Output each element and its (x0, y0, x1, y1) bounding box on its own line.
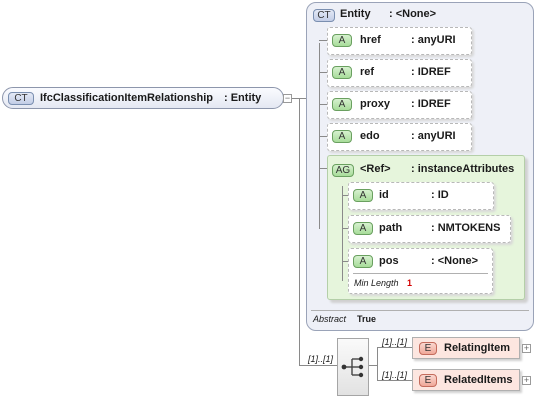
element-relating-item[interactable]: E RelatingItem (412, 337, 520, 359)
attribute-type: : anyURI (411, 130, 456, 142)
connector (377, 380, 412, 381)
collapse-toggle[interactable]: − (283, 94, 292, 103)
connector (319, 40, 327, 41)
attribute-badge: A (353, 255, 373, 268)
connector (342, 195, 348, 196)
attribute-name: href (360, 34, 381, 46)
attribute-type: : anyURI (411, 34, 456, 46)
attribute-badge: A (332, 66, 352, 79)
abstract-divider (311, 310, 529, 311)
attribute-badge: A (353, 222, 373, 235)
complex-type-badge: CT (8, 92, 34, 105)
attribute-type: : ID (431, 189, 449, 201)
attribute-name: edo (360, 130, 380, 142)
element-related-items[interactable]: E RelatedItems (412, 369, 520, 391)
attribute-type: : NMTOKENS (431, 222, 501, 234)
entity-type: : <None> (389, 8, 437, 20)
group-type: : instanceAttributes (411, 163, 515, 175)
attribute-edo[interactable]: A edo : anyURI (327, 123, 472, 151)
connector (319, 168, 327, 169)
sequence-multiplicity: [1]..[1] (308, 354, 334, 364)
attribute-badge: A (353, 189, 373, 202)
element-multiplicity: [1]..[1] (382, 370, 408, 380)
attribute-proxy[interactable]: A proxy : IDREF (327, 91, 472, 119)
connector (377, 347, 412, 348)
group-name: <Ref> (360, 163, 391, 175)
root-node[interactable]: CT IfcClassificationItemRelationship : E… (2, 87, 284, 109)
attribute-name: path (379, 222, 403, 234)
facet-divider (353, 273, 488, 274)
facet-label: Min Length (354, 278, 399, 288)
attribute-badge: A (332, 34, 352, 47)
entity-name: Entity (340, 8, 371, 20)
expand-toggle[interactable]: + (522, 344, 531, 353)
element-multiplicity: [1]..[1] (382, 337, 408, 347)
abstract-label: Abstract (313, 314, 347, 324)
entity-panel: CT Entity : <None> A href : anyURI A ref… (306, 2, 534, 331)
connector (369, 365, 377, 366)
root-name: IfcClassificationItemRelationship (40, 92, 213, 104)
connector (299, 98, 300, 366)
sequence-compositor[interactable] (337, 338, 369, 396)
connector (377, 347, 378, 381)
attribute-name: id (379, 189, 389, 201)
connector (319, 72, 327, 73)
element-badge: E (419, 342, 437, 355)
root-type: : Entity (224, 92, 262, 104)
element-name: RelatedItems (444, 374, 513, 386)
attribute-path[interactable]: A path : NMTOKENS (348, 215, 511, 243)
facet-value: 1 (407, 278, 413, 288)
attribute-name: pos (379, 255, 399, 267)
connector (342, 261, 348, 262)
connector (319, 104, 327, 105)
sequence-icon (341, 356, 364, 378)
attribute-name: proxy (360, 98, 390, 110)
element-badge: E (419, 374, 437, 387)
connector (342, 228, 348, 229)
attribute-group[interactable]: AG <Ref> : instanceAttributes A id : ID … (327, 155, 525, 300)
connector (299, 365, 337, 366)
attribute-ref[interactable]: A ref : IDREF (327, 59, 472, 87)
attribute-name: ref (360, 66, 375, 78)
connector (319, 136, 327, 137)
attribute-badge: A (332, 130, 352, 143)
attribute-type: : IDREF (411, 98, 451, 110)
attribute-pos[interactable]: A pos : <None> Min Length 1 (348, 248, 493, 294)
attribute-id[interactable]: A id : ID (348, 182, 494, 210)
attribute-type: : <None> (431, 255, 479, 267)
element-name: RelatingItem (444, 342, 511, 354)
attribute-type: : IDREF (411, 66, 451, 78)
connector (342, 186, 343, 281)
attribute-badge: A (332, 98, 352, 111)
attribute-href[interactable]: A href : anyURI (327, 27, 472, 55)
attribute-group-badge: AG (332, 164, 354, 177)
expand-toggle[interactable]: + (522, 376, 531, 385)
abstract-value: True (357, 314, 377, 324)
complex-type-badge: CT (313, 9, 335, 22)
